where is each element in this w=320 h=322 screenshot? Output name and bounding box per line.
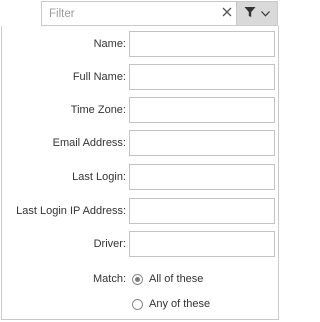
- filter-options-toggle[interactable]: [236, 2, 277, 25]
- match-all-radio[interactable]: All of these: [132, 271, 203, 287]
- last-login-ip-row: Last Login IP Address:: [2, 198, 278, 224]
- email-address-field[interactable]: [129, 130, 275, 156]
- radio-selected-icon: [132, 273, 143, 285]
- time-zone-label: Time Zone:: [70, 104, 126, 116]
- last-login-field[interactable]: [129, 164, 275, 190]
- match-any-label: Any of these: [149, 298, 211, 310]
- filter-panel: Name: Full Name: Time Zone: Email Addres…: [1, 26, 279, 320]
- driver-label: Driver:: [93, 238, 126, 250]
- chevron-down-icon: [261, 8, 270, 20]
- driver-field[interactable]: [129, 231, 275, 257]
- last-login-ip-label: Last Login IP Address:: [16, 205, 126, 217]
- match-any-radio[interactable]: Any of these: [132, 296, 210, 312]
- name-row: Name:: [2, 31, 278, 57]
- driver-row: Driver:: [2, 231, 278, 257]
- full-name-field[interactable]: [129, 64, 275, 90]
- email-address-label: Email Address:: [52, 137, 126, 149]
- clear-filter-button[interactable]: [216, 2, 238, 25]
- match-label: Match:: [92, 273, 126, 285]
- full-name-label: Full Name:: [72, 71, 126, 83]
- last-login-label: Last Login:: [72, 171, 126, 183]
- name-field[interactable]: [129, 31, 275, 57]
- email-address-row: Email Address:: [2, 130, 278, 156]
- radio-unselected-icon: [132, 298, 143, 310]
- name-label: Name:: [93, 38, 126, 50]
- full-name-row: Full Name:: [2, 64, 278, 90]
- time-zone-field[interactable]: [129, 97, 275, 123]
- last-login-ip-field[interactable]: [129, 198, 275, 224]
- last-login-row: Last Login:: [2, 164, 278, 190]
- filter-bar: [41, 1, 278, 26]
- time-zone-row: Time Zone:: [2, 97, 278, 123]
- match-all-label: All of these: [149, 273, 204, 285]
- filter-input[interactable]: [42, 2, 237, 25]
- close-icon: [222, 7, 232, 20]
- funnel-icon: [244, 6, 256, 21]
